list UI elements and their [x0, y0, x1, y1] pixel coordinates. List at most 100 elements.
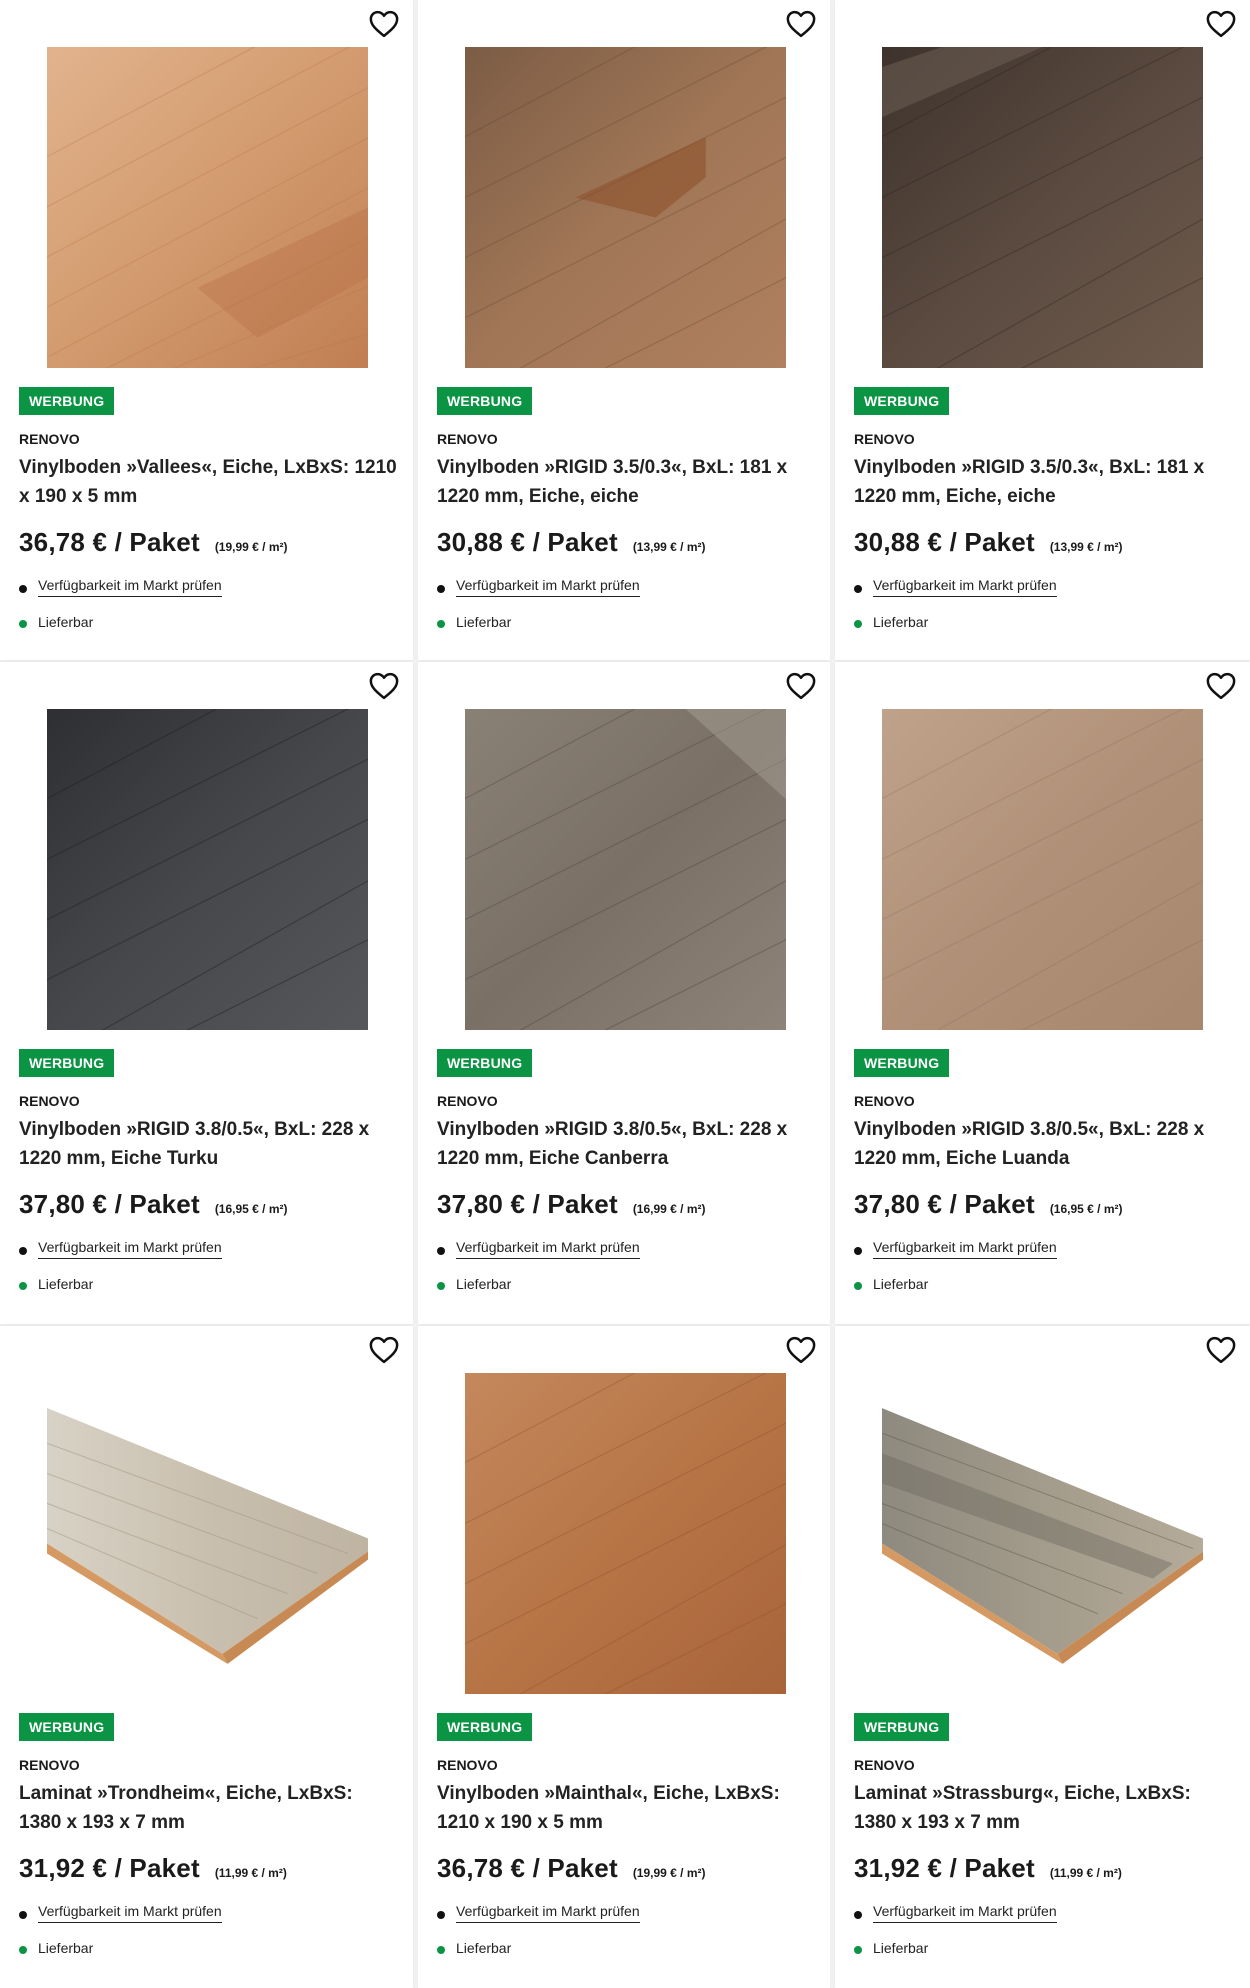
ad-badge: WERBUNG: [854, 1049, 950, 1077]
delivery-status-dot: [437, 1946, 445, 1954]
unit-price: (16,99 € / m²): [632, 1202, 706, 1216]
store-status-dot: [854, 1911, 862, 1919]
brand-label: RENOVO: [437, 431, 498, 447]
heart-icon[interactable]: [369, 672, 399, 700]
delivery-availability: Lieferbar: [19, 614, 93, 630]
check-store-link[interactable]: Verfügbarkeit im Markt prüfen: [873, 577, 1057, 597]
product-title[interactable]: Vinylboden »RIGID 3.5/0.3«, BxL: 181 x 1…: [437, 453, 817, 511]
brand-label: RENOVO: [854, 431, 915, 447]
product-title[interactable]: Vinylboden »Mainthal«, Eiche, LxBxS: 121…: [437, 1779, 817, 1837]
store-availability: Verfügbarkeit im Markt prüfen: [19, 577, 222, 597]
delivery-status: Lieferbar: [873, 1940, 929, 1956]
product-image[interactable]: [882, 709, 1203, 1030]
price: 37,80 € / Paket: [437, 1189, 618, 1219]
product-image[interactable]: [47, 47, 368, 368]
delivery-availability: Lieferbar: [854, 1940, 928, 1956]
check-store-link[interactable]: Verfügbarkeit im Markt prüfen: [38, 1903, 222, 1923]
product-title[interactable]: Laminat »Trondheim«, Eiche, LxBxS: 1380 …: [19, 1779, 399, 1837]
store-availability: Verfügbarkeit im Markt prüfen: [437, 1903, 640, 1923]
product-image[interactable]: [882, 1373, 1203, 1694]
product-image[interactable]: [465, 709, 786, 1030]
check-store-link[interactable]: Verfügbarkeit im Markt prüfen: [873, 1239, 1057, 1259]
brand-label: RENOVO: [19, 431, 80, 447]
delivery-availability: Lieferbar: [854, 1276, 928, 1292]
ad-badge: WERBUNG: [854, 387, 950, 415]
delivery-status: Lieferbar: [456, 1276, 512, 1292]
store-status-dot: [437, 1911, 445, 1919]
product-card[interactable]: WERBUNG RENOVO Vinylboden »Mainthal«, Ei…: [418, 1326, 830, 1988]
product-title[interactable]: Vinylboden »RIGID 3.5/0.3«, BxL: 181 x 1…: [854, 453, 1234, 511]
heart-icon[interactable]: [786, 672, 816, 700]
product-image[interactable]: [47, 1373, 368, 1694]
store-status-dot: [19, 1911, 27, 1919]
product-image[interactable]: [465, 1373, 786, 1694]
heart-icon[interactable]: [1206, 672, 1236, 700]
brand-label: RENOVO: [854, 1757, 915, 1773]
product-card[interactable]: WERBUNG RENOVO Laminat »Trondheim«, Eich…: [0, 1326, 413, 1988]
store-availability: Verfügbarkeit im Markt prüfen: [854, 577, 1057, 597]
price: 36,78 € / Paket: [437, 1853, 618, 1883]
delivery-availability: Lieferbar: [437, 614, 511, 630]
price-row: 37,80 € / Paket (16,95 € / m²): [854, 1189, 1123, 1220]
product-title[interactable]: Vinylboden »RIGID 3.8/0.5«, BxL: 228 x 1…: [854, 1115, 1234, 1173]
price: 31,92 € / Paket: [19, 1853, 200, 1883]
ad-badge: WERBUNG: [437, 1049, 533, 1077]
check-store-link[interactable]: Verfügbarkeit im Markt prüfen: [456, 577, 640, 597]
heart-icon[interactable]: [369, 10, 399, 38]
check-store-link[interactable]: Verfügbarkeit im Markt prüfen: [456, 1239, 640, 1259]
unit-price: (11,99 € / m²): [1049, 1866, 1122, 1880]
product-card[interactable]: WERBUNG RENOVO Vinylboden »RIGID 3.5/0.3…: [835, 0, 1250, 660]
ad-badge: WERBUNG: [854, 1713, 950, 1741]
product-image[interactable]: [465, 47, 786, 368]
product-title[interactable]: Vinylboden »RIGID 3.8/0.5«, BxL: 228 x 1…: [19, 1115, 399, 1173]
heart-icon[interactable]: [786, 10, 816, 38]
product-card[interactable]: WERBUNG RENOVO Vinylboden »Vallees«, Eic…: [0, 0, 413, 660]
store-status-dot: [19, 585, 27, 593]
price-row: 31,92 € / Paket (11,99 € / m²): [854, 1853, 1122, 1884]
check-store-link[interactable]: Verfügbarkeit im Markt prüfen: [38, 577, 222, 597]
store-status-dot: [437, 585, 445, 593]
product-card[interactable]: WERBUNG RENOVO Vinylboden »RIGID 3.5/0.3…: [418, 0, 830, 660]
price: 31,92 € / Paket: [854, 1853, 1035, 1883]
heart-icon[interactable]: [786, 1336, 816, 1364]
unit-price: (19,99 € / m²): [214, 540, 288, 554]
store-status-dot: [854, 1247, 862, 1255]
delivery-availability: Lieferbar: [19, 1276, 93, 1292]
heart-icon[interactable]: [1206, 1336, 1236, 1364]
brand-label: RENOVO: [437, 1757, 498, 1773]
unit-price: (11,99 € / m²): [214, 1866, 287, 1880]
check-store-link[interactable]: Verfügbarkeit im Markt prüfen: [38, 1239, 222, 1259]
product-card[interactable]: WERBUNG RENOVO Vinylboden »RIGID 3.8/0.5…: [418, 662, 830, 1324]
check-store-link[interactable]: Verfügbarkeit im Markt prüfen: [873, 1903, 1057, 1923]
store-availability: Verfügbarkeit im Markt prüfen: [854, 1903, 1057, 1923]
product-title[interactable]: Laminat »Strassburg«, Eiche, LxBxS: 1380…: [854, 1779, 1234, 1837]
price: 36,78 € / Paket: [19, 527, 200, 557]
delivery-availability: Lieferbar: [19, 1940, 93, 1956]
store-availability: Verfügbarkeit im Markt prüfen: [19, 1903, 222, 1923]
product-title[interactable]: Vinylboden »RIGID 3.8/0.5«, BxL: 228 x 1…: [437, 1115, 817, 1173]
heart-icon[interactable]: [1206, 10, 1236, 38]
product-card[interactable]: WERBUNG RENOVO Laminat »Strassburg«, Eic…: [835, 1326, 1250, 1988]
ad-badge: WERBUNG: [19, 387, 115, 415]
product-image[interactable]: [47, 709, 368, 1030]
product-card[interactable]: WERBUNG RENOVO Vinylboden »RIGID 3.8/0.5…: [0, 662, 413, 1324]
price-row: 37,80 € / Paket (16,99 € / m²): [437, 1189, 706, 1220]
ad-badge: WERBUNG: [437, 1713, 533, 1741]
unit-price: (13,99 € / m²): [632, 540, 706, 554]
unit-price: (16,95 € / m²): [214, 1202, 288, 1216]
delivery-status-dot: [854, 1282, 862, 1290]
heart-icon[interactable]: [369, 1336, 399, 1364]
product-title[interactable]: Vinylboden »Vallees«, Eiche, LxBxS: 1210…: [19, 453, 399, 511]
product-card[interactable]: WERBUNG RENOVO Vinylboden »RIGID 3.8/0.5…: [835, 662, 1250, 1324]
ad-badge: WERBUNG: [19, 1049, 115, 1077]
delivery-status: Lieferbar: [456, 614, 512, 630]
brand-label: RENOVO: [854, 1093, 915, 1109]
price: 37,80 € / Paket: [19, 1189, 200, 1219]
delivery-status: Lieferbar: [38, 1940, 94, 1956]
delivery-status: Lieferbar: [456, 1940, 512, 1956]
product-image[interactable]: [882, 47, 1203, 368]
price-row: 30,88 € / Paket (13,99 € / m²): [854, 527, 1123, 558]
delivery-status: Lieferbar: [873, 1276, 929, 1292]
delivery-status-dot: [437, 1282, 445, 1290]
check-store-link[interactable]: Verfügbarkeit im Markt prüfen: [456, 1903, 640, 1923]
